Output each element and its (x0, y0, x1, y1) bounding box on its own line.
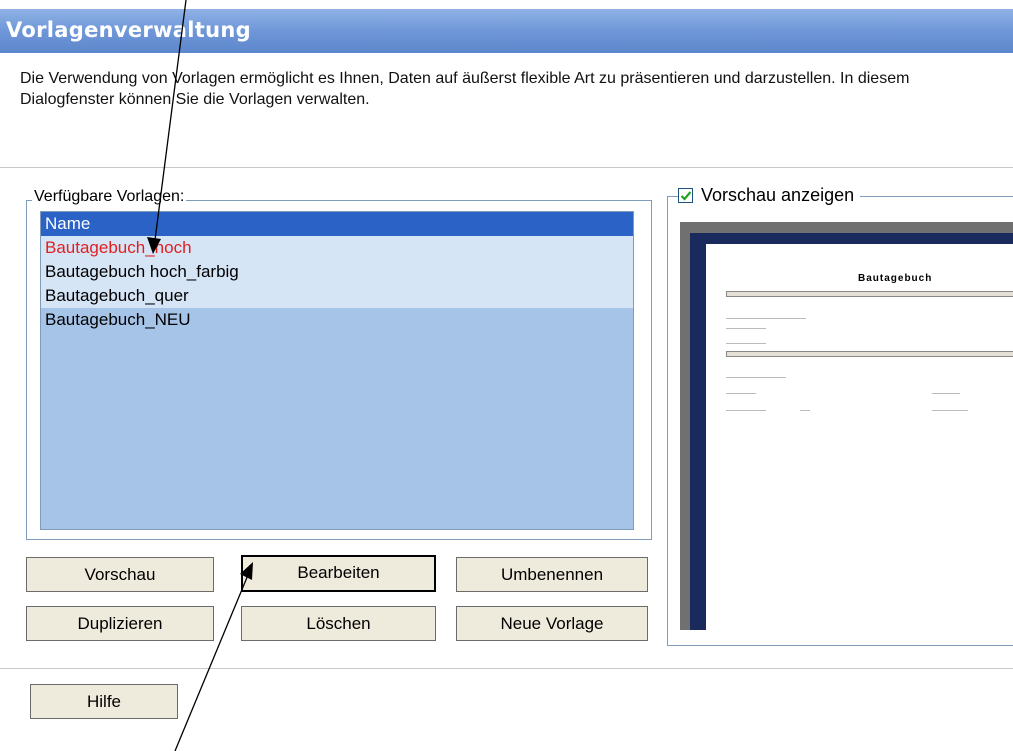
duplicate-button[interactable]: Duplizieren (26, 606, 214, 641)
preview-field-line (726, 393, 756, 394)
list-item[interactable]: Bautagebuch hoch_farbig (41, 260, 633, 284)
preview-field-line (726, 343, 766, 344)
dialog-description: Die Verwendung von Vorlagen ermöglicht e… (20, 70, 910, 108)
preview-toggle[interactable]: Vorschau anzeigen (678, 185, 861, 206)
edit-button[interactable]: Bearbeiten (241, 555, 436, 592)
title-bar: Vorlagenverwaltung (0, 9, 1013, 53)
list-item[interactable]: Bautagebuch_quer (41, 284, 633, 308)
list-item[interactable]: Bautagebuch_hoch (41, 236, 633, 260)
preview-page-title: Bautagebuch (858, 273, 933, 284)
preview-checkbox[interactable] (678, 188, 693, 203)
preview-checkbox-label: Vorschau anzeigen (701, 185, 855, 205)
preview-field-line (932, 410, 968, 411)
preview-field-line (726, 410, 766, 411)
annotation-arrow-line (174, 574, 249, 751)
preview-field-line (726, 377, 786, 378)
templates-listbox[interactable]: Name Bautagebuch_hoch Bautagebuch hoch_f… (40, 211, 634, 530)
separator-bottom (0, 668, 1013, 669)
checkmark-icon (680, 191, 692, 201)
list-column-header[interactable]: Name (41, 212, 633, 236)
preview-band (726, 351, 1013, 357)
preview-field-line (932, 393, 960, 394)
preview-field-line (800, 410, 810, 411)
help-button[interactable]: Hilfe (30, 684, 178, 719)
separator-top (0, 167, 1013, 168)
new-template-button[interactable]: Neue Vorlage (456, 606, 648, 641)
preview-page (706, 244, 1013, 630)
templates-group-label: Verfügbare Vorlagen: (32, 188, 187, 206)
preview-field-line (726, 328, 766, 329)
preview-field-line (726, 318, 806, 319)
rename-button[interactable]: Umbenennen (456, 557, 648, 592)
list-item[interactable]: Bautagebuch_NEU (41, 308, 633, 332)
preview-button[interactable]: Vorschau (26, 557, 214, 592)
dialog-title: Vorlagenverwaltung (6, 18, 251, 42)
preview-band (726, 291, 1013, 297)
delete-button[interactable]: Löschen (241, 606, 436, 641)
